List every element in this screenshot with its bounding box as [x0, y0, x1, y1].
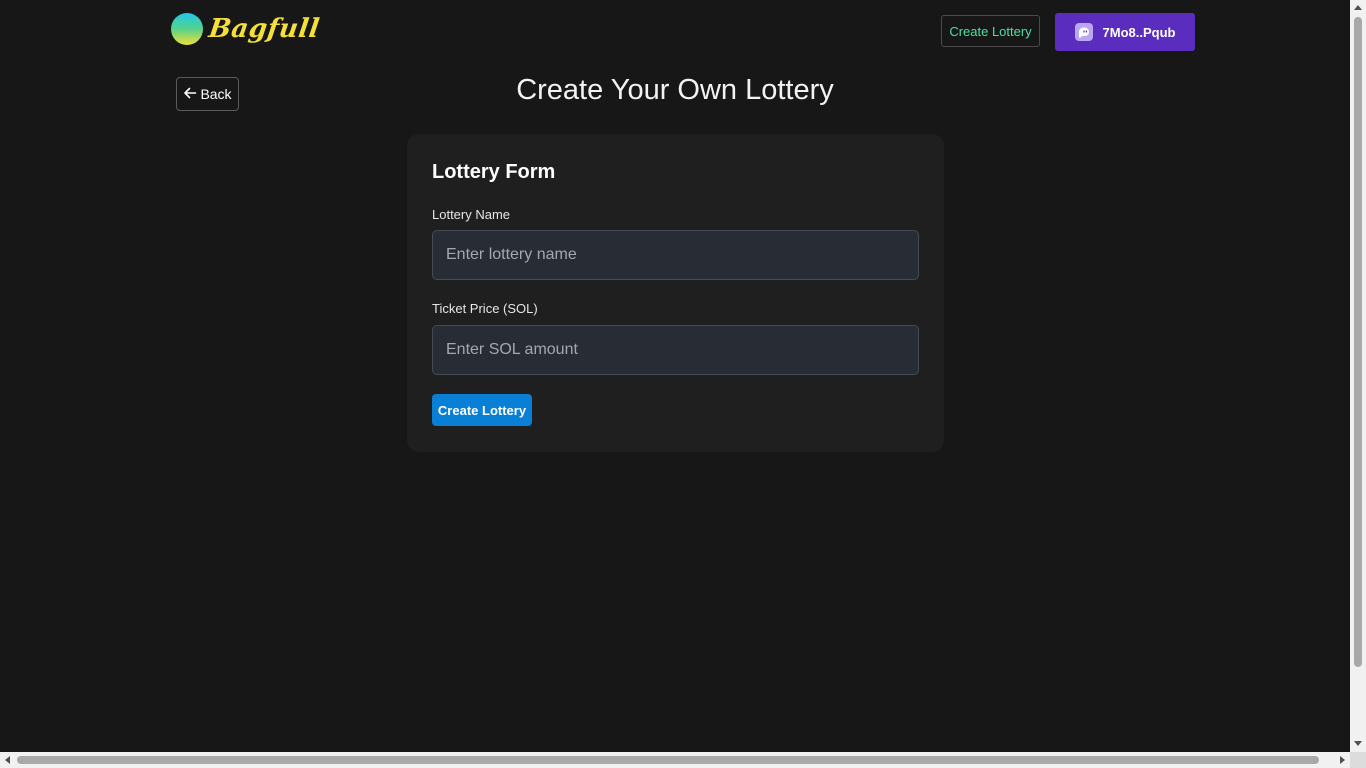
- logo[interactable]: Bagfull: [171, 12, 322, 46]
- wallet-address: 7Mo8..Pqub: [1102, 24, 1176, 40]
- header-create-lottery-button[interactable]: Create Lottery: [941, 15, 1040, 47]
- page: Bagfull Create Lottery 7Mo8..Pqub Back C…: [0, 0, 1366, 768]
- scrollbar-corner: [1350, 752, 1366, 768]
- wallet-button[interactable]: 7Mo8..Pqub: [1055, 13, 1195, 51]
- ticket-price-label: Ticket Price (SOL): [432, 301, 538, 316]
- scroll-left-arrow-icon[interactable]: [5, 756, 10, 764]
- page-title: Create Your Own Lottery: [516, 74, 834, 106]
- scroll-down-arrow-icon[interactable]: [1354, 741, 1362, 746]
- lottery-name-input[interactable]: [432, 230, 919, 280]
- lottery-name-label: Lottery Name: [432, 207, 511, 222]
- vertical-scrollbar-thumb[interactable]: [1354, 17, 1362, 667]
- ghost-icon: [1074, 23, 1093, 41]
- logo-circle-icon: [171, 13, 203, 45]
- scroll-up-arrow-icon[interactable]: [1354, 5, 1362, 10]
- vertical-scrollbar[interactable]: [1350, 0, 1366, 752]
- ticket-price-input[interactable]: [432, 325, 919, 375]
- lottery-form-card: Lottery Form Lottery Name Ticket Price (…: [407, 134, 944, 452]
- logo-text: Bagfull: [206, 14, 322, 44]
- scroll-right-arrow-icon[interactable]: [1340, 756, 1345, 764]
- horizontal-scrollbar[interactable]: [0, 752, 1350, 768]
- header-create-lottery-label: Create Lottery: [949, 23, 1032, 39]
- create-lottery-submit-button[interactable]: Create Lottery: [432, 394, 532, 426]
- horizontal-scrollbar-thumb[interactable]: [17, 756, 1319, 764]
- form-title: Lottery Form: [432, 161, 556, 183]
